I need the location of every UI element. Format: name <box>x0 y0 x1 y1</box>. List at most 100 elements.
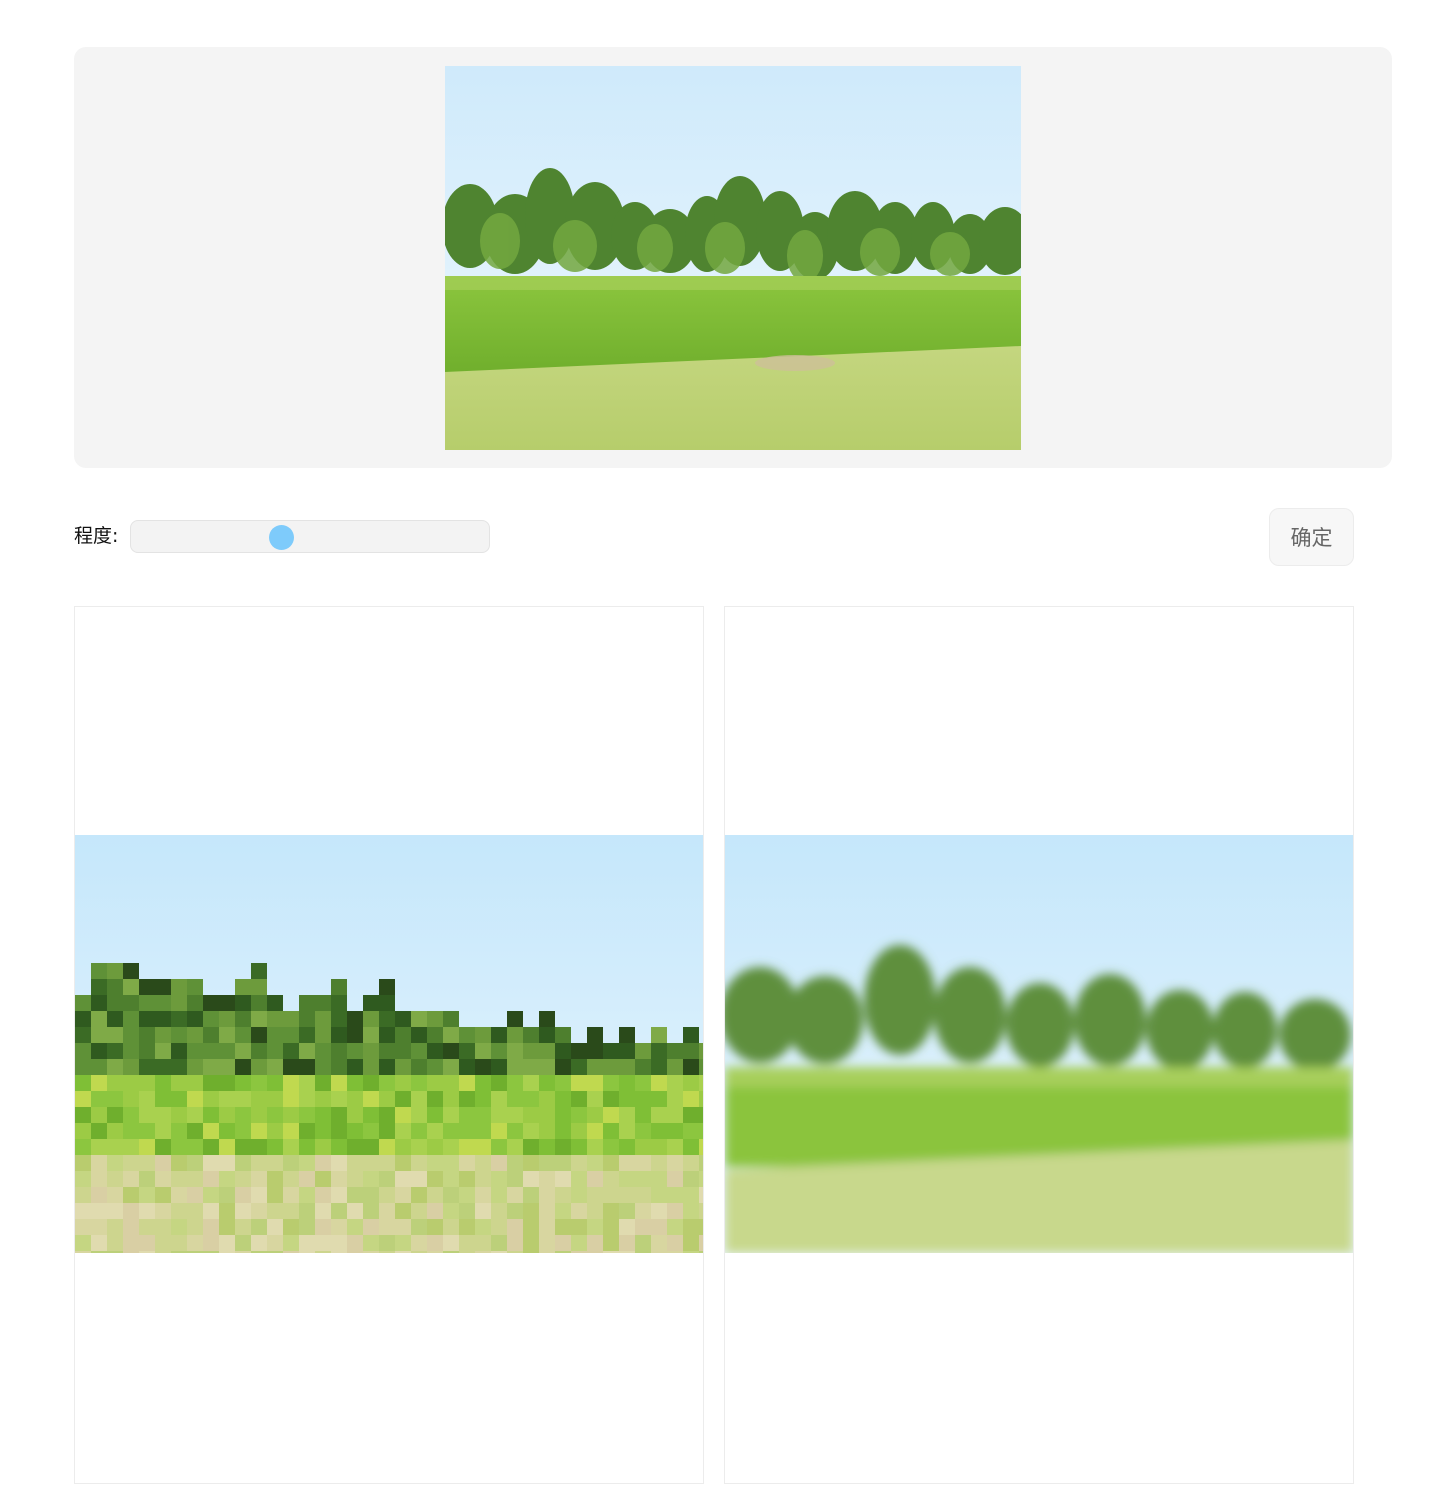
mosaic-cell <box>155 1139 171 1155</box>
mosaic-cell <box>235 1251 251 1253</box>
mosaic-cell <box>523 1251 539 1253</box>
mosaic-cell <box>219 1107 235 1123</box>
mosaic-cell <box>331 1203 347 1219</box>
mosaic-cell <box>459 1171 475 1187</box>
mosaic-cell <box>571 1171 587 1187</box>
mosaic-cell <box>187 1203 203 1219</box>
mosaic-cell <box>219 1251 235 1253</box>
mosaic-cell <box>139 1027 155 1043</box>
mosaic-cell <box>379 1171 395 1187</box>
mosaic-cell <box>155 1011 171 1027</box>
mosaic-cell <box>75 1171 91 1187</box>
mosaic-cell <box>187 1107 203 1123</box>
mosaic-cell <box>315 1139 331 1155</box>
pixelated-image <box>75 835 703 1253</box>
mosaic-cell <box>251 1171 267 1187</box>
mosaic-cell <box>315 1235 331 1251</box>
mosaic-cell <box>443 1059 459 1075</box>
mosaic-cell <box>187 1027 203 1043</box>
mosaic-cell <box>683 1219 699 1235</box>
mosaic-cell <box>379 1091 395 1107</box>
mosaic-cell <box>235 995 251 1011</box>
mosaic-cell <box>571 1235 587 1251</box>
mosaic-cell <box>395 1171 411 1187</box>
mosaic-cell <box>635 1139 651 1155</box>
mosaic-cell <box>107 1027 123 1043</box>
mosaic-cell <box>251 1091 267 1107</box>
mosaic-cell <box>139 1075 155 1091</box>
mosaic-cell <box>299 1075 315 1091</box>
mosaic-cell <box>283 1107 299 1123</box>
mosaic-cell <box>155 1219 171 1235</box>
mosaic-cell <box>571 1091 587 1107</box>
level-label: 程度: <box>74 525 119 547</box>
mosaic-cell <box>619 1139 635 1155</box>
mosaic-cell <box>555 1059 571 1075</box>
mosaic-cell <box>235 979 251 995</box>
mosaic-cell <box>635 1203 651 1219</box>
mosaic-cell <box>267 1219 283 1235</box>
mosaic-cell <box>235 1219 251 1235</box>
mosaic-cell <box>411 1155 427 1171</box>
mosaic-cell <box>219 1091 235 1107</box>
mosaic-cell <box>667 1155 683 1171</box>
mosaic-cell <box>619 1091 635 1107</box>
mosaic-cell <box>203 1027 219 1043</box>
mosaic-cell <box>283 1091 299 1107</box>
mosaic-cell <box>395 1091 411 1107</box>
mosaic-cell <box>699 1155 703 1171</box>
mosaic-cell <box>235 1235 251 1251</box>
mosaic-cell <box>491 1043 507 1059</box>
mosaic-cell <box>91 1251 107 1253</box>
mosaic-cell <box>475 1203 491 1219</box>
blurred-image <box>725 835 1353 1253</box>
mosaic-cell <box>283 1203 299 1219</box>
mosaic-cell <box>331 1091 347 1107</box>
level-slider[interactable] <box>130 520 490 553</box>
mosaic-cell <box>587 1027 603 1043</box>
mosaic-cell <box>651 1187 667 1203</box>
mosaic-cell <box>507 1203 523 1219</box>
mosaic-cell <box>491 1219 507 1235</box>
mosaic-cell <box>251 1155 267 1171</box>
mosaic-cell <box>395 1107 411 1123</box>
confirm-button[interactable]: 确定 <box>1269 508 1354 566</box>
mosaic-cell <box>123 1139 139 1155</box>
mosaic-cell <box>635 1043 651 1059</box>
mosaic-cell <box>331 1011 347 1027</box>
mosaic-cell <box>523 1107 539 1123</box>
mosaic-cell <box>523 1171 539 1187</box>
mosaic-cell <box>411 1107 427 1123</box>
mosaic-cell <box>587 1091 603 1107</box>
mosaic-cell <box>363 1059 379 1075</box>
mosaic-cell <box>155 1091 171 1107</box>
mosaic-cell <box>331 1059 347 1075</box>
mosaic-cell <box>411 1235 427 1251</box>
mosaic-cell <box>411 1027 427 1043</box>
mosaic-cell <box>251 1011 267 1027</box>
mosaic-cell <box>187 1155 203 1171</box>
mosaic-cell <box>171 1107 187 1123</box>
mosaic-cell <box>683 1043 699 1059</box>
mosaic-cell <box>155 1187 171 1203</box>
mosaic-cell <box>587 1251 603 1253</box>
mosaic-cell <box>171 1139 187 1155</box>
mosaic-cell <box>187 1011 203 1027</box>
mosaic-cell <box>299 1171 315 1187</box>
mosaic-cell <box>331 1043 347 1059</box>
mosaic-cell <box>267 1139 283 1155</box>
mosaic-cell <box>491 1059 507 1075</box>
slider-thumb[interactable] <box>269 525 295 550</box>
mosaic-cell <box>315 1075 331 1091</box>
mosaic-cell <box>299 1091 315 1107</box>
mosaic-cell <box>555 1171 571 1187</box>
mosaic-cell <box>315 1043 331 1059</box>
mosaic-cell <box>667 1171 683 1187</box>
mosaic-cell <box>347 1171 363 1187</box>
mosaic-cell <box>315 1251 331 1253</box>
mosaic-cell <box>635 1171 651 1187</box>
mosaic-cell <box>443 1203 459 1219</box>
mosaic-cell <box>459 1043 475 1059</box>
mosaic-cell <box>267 1123 283 1139</box>
mosaic-cell <box>683 1107 699 1123</box>
